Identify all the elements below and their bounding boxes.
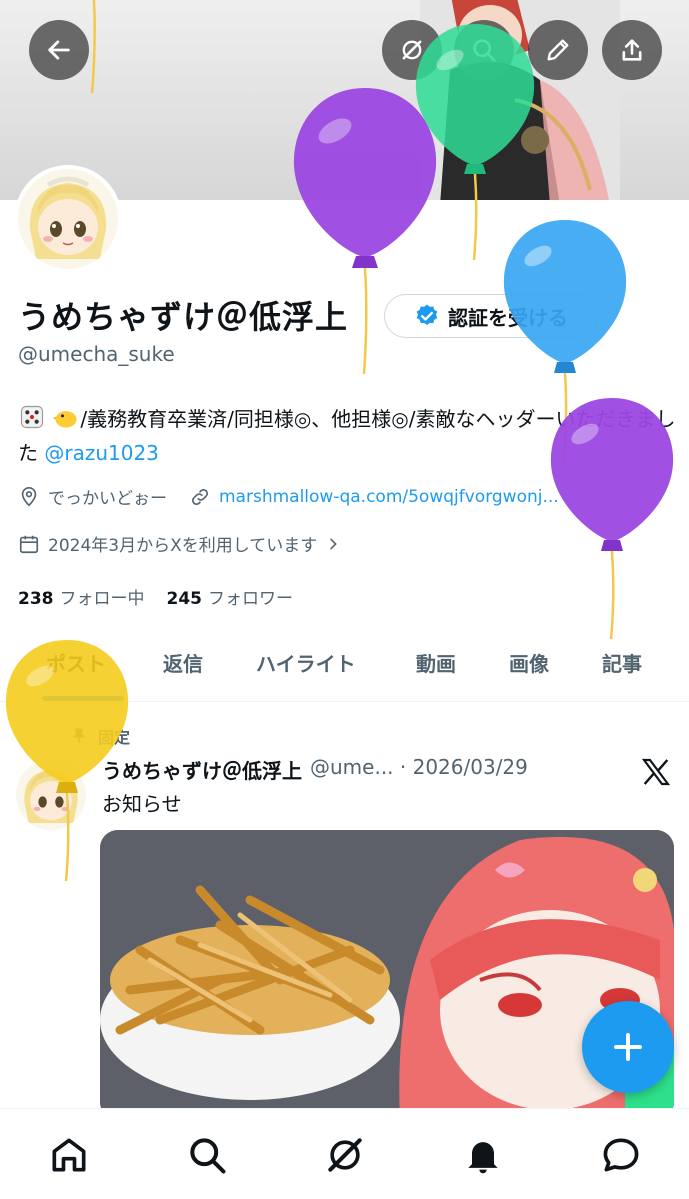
following-count: 238 bbox=[18, 589, 54, 609]
chevron-right-icon bbox=[330, 538, 338, 549]
share-button[interactable] bbox=[602, 20, 662, 80]
joined-text: 2024年3月からXを利用しています bbox=[48, 536, 318, 556]
active-tab-indicator bbox=[42, 696, 124, 701]
nav-messages[interactable] bbox=[599, 1133, 643, 1177]
tab-images[interactable]: 画像 bbox=[509, 648, 549, 677]
nav-home[interactable] bbox=[47, 1133, 91, 1177]
pinned-label: 固定 bbox=[98, 728, 131, 747]
back-button[interactable] bbox=[29, 20, 89, 80]
calendar-icon bbox=[19, 535, 39, 553]
location-icon bbox=[21, 486, 37, 506]
profile-tabs: ポスト 返信 ハイライト 動画 画像 記事 bbox=[0, 620, 689, 702]
edit-icon bbox=[547, 39, 569, 61]
bio-mention-link[interactable]: @razu1023 bbox=[44, 441, 159, 465]
followers-stat[interactable]: 245 フォロワー bbox=[167, 584, 294, 609]
home-icon bbox=[52, 1138, 86, 1172]
following-stat[interactable]: 238 フォロー中 bbox=[18, 584, 145, 609]
grok-button[interactable] bbox=[382, 20, 442, 80]
followers-count: 245 bbox=[166, 589, 203, 609]
location-text: でっかいどぉー bbox=[48, 489, 167, 509]
back-arrow-icon bbox=[48, 40, 70, 60]
tab-highlights[interactable]: ハイライト bbox=[256, 648, 356, 677]
website-link[interactable]: marshmallow-qa.com/5owqjfvorgwonj... bbox=[219, 487, 559, 507]
post-photo bbox=[100, 830, 674, 1120]
follow-stats: 238 フォロー中 245 フォロワー bbox=[18, 584, 293, 609]
joined-row[interactable]: 2024年3月からXを利用しています bbox=[18, 531, 341, 556]
pin-icon bbox=[73, 728, 85, 743]
post-author-avatar[interactable] bbox=[16, 760, 86, 830]
search-button[interactable] bbox=[454, 20, 514, 80]
banner-artwork bbox=[420, 0, 620, 200]
get-verified-label: 認証を受ける bbox=[448, 305, 568, 330]
search-icon bbox=[190, 1138, 226, 1174]
following-label: フォロー中 bbox=[59, 589, 145, 609]
profile-handle: @umecha_suke bbox=[18, 342, 175, 366]
chick-emoji-icon bbox=[53, 411, 77, 428]
messages-icon bbox=[603, 1138, 639, 1172]
nav-search[interactable] bbox=[185, 1133, 229, 1177]
get-verified-button[interactable]: 認証を受ける bbox=[384, 294, 598, 338]
post-avatar-illustration bbox=[16, 760, 86, 830]
header-banner[interactable] bbox=[0, 0, 689, 200]
tab-articles[interactable]: 記事 bbox=[602, 648, 642, 677]
edit-button[interactable] bbox=[528, 20, 588, 80]
post-image[interactable] bbox=[100, 830, 674, 1120]
tab-videos[interactable]: 動画 bbox=[416, 648, 456, 677]
nav-grok[interactable] bbox=[323, 1133, 367, 1177]
pinned-indicator: 固定 bbox=[70, 724, 130, 748]
post-text: お知らせ bbox=[102, 792, 182, 816]
post-author-name[interactable]: うめちゃずけ＠低浮上 bbox=[102, 755, 302, 784]
display-name: うめちゃずけ＠低浮上 bbox=[18, 298, 349, 336]
grok-icon bbox=[402, 40, 422, 60]
share-icon bbox=[622, 39, 642, 61]
post-header: うめちゃずけ＠低浮上 @ume... · 2026/03/29 bbox=[102, 755, 528, 784]
nav-notifications[interactable] bbox=[461, 1133, 505, 1177]
profile-bio: /義務教育卒業済/同担様◎、他担様◎/素敵なヘッダーいただきました @razu1… bbox=[18, 402, 678, 470]
bell-icon bbox=[468, 1142, 498, 1174]
followers-label: フォロワー bbox=[208, 589, 293, 609]
link-icon bbox=[191, 488, 209, 505]
location-website-row: でっかいどぉー marshmallow-qa.com/5owqjfvorgwon… bbox=[18, 484, 559, 509]
compose-post-button[interactable] bbox=[582, 1001, 674, 1093]
verified-badge-icon bbox=[416, 304, 438, 325]
profile-avatar[interactable] bbox=[14, 165, 122, 273]
x-logo-icon bbox=[641, 758, 671, 786]
post-meta: @ume... · 2026/03/29 bbox=[310, 755, 528, 779]
plus-icon bbox=[614, 1033, 642, 1061]
search-icon bbox=[473, 39, 496, 62]
grok-icon bbox=[328, 1138, 362, 1172]
dice-emoji-icon bbox=[20, 405, 44, 429]
bottom-navigation bbox=[0, 1108, 689, 1199]
tab-posts[interactable]: ポスト bbox=[46, 648, 106, 677]
tab-replies[interactable]: 返信 bbox=[163, 648, 203, 677]
avatar-illustration bbox=[18, 169, 118, 269]
